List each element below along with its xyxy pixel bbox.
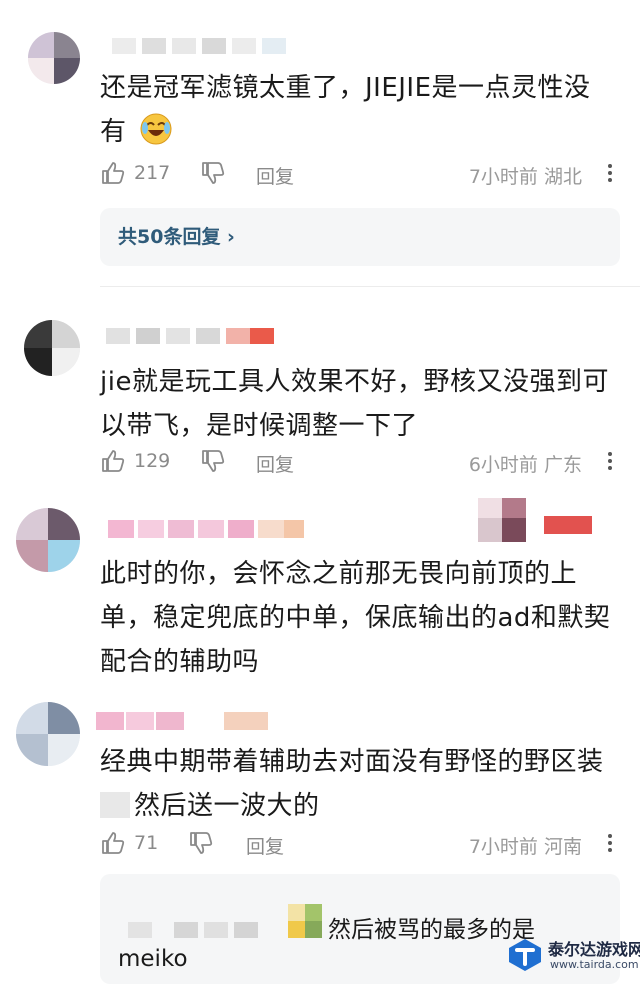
more-icon[interactable] — [604, 448, 616, 479]
reply-count-link[interactable]: 共50条回复 › — [118, 222, 235, 249]
reply-button[interactable]: 回复 — [256, 162, 294, 189]
reply-button[interactable]: 回复 — [246, 832, 284, 859]
time-location: 6小时前 广东 — [468, 454, 582, 476]
laughing-crying-icon — [139, 112, 173, 146]
username-blurred[interactable] — [106, 326, 276, 346]
more-icon[interactable] — [604, 160, 616, 191]
username-blurred[interactable] — [96, 710, 276, 734]
watermark-url: www.tairda.com — [550, 958, 639, 971]
more-icon[interactable] — [604, 830, 616, 861]
username-blurred[interactable] — [112, 36, 292, 56]
sub-reply-username-blurred[interactable] — [128, 920, 278, 940]
watermark-logo-icon — [506, 936, 544, 974]
sub-reply-emoji-blurred — [288, 904, 322, 938]
thumbs-down-icon[interactable] — [188, 830, 214, 861]
badge-image-blurred — [478, 498, 596, 542]
comment-text: 此时的你，会怀念之前那无畏向前顶的上单，稳定兜底的中单，保底输出的ad和默契配合… — [100, 559, 611, 677]
reply-summary-box[interactable]: 共50条回复 › — [100, 208, 620, 266]
reply-button[interactable]: 回复 — [256, 450, 294, 477]
comment-actions: 217 回复 7小时前 湖北 — [100, 160, 620, 190]
watermark-name: 泰尔达游戏网 — [548, 940, 640, 959]
time-location: 7小时前 湖北 — [468, 166, 582, 188]
comment-text: jie就是玩工具人效果不好，野核又没强到可以带飞，是时候调整一下了 — [100, 367, 609, 441]
avatar[interactable] — [16, 702, 80, 766]
sub-reply-text-2: meiko — [118, 946, 188, 972]
like-count: 217 — [134, 162, 171, 184]
thumbs-up-icon[interactable] — [100, 160, 126, 191]
site-watermark: 泰尔达游戏网 www.tairda.com — [500, 932, 640, 978]
comment-actions: 71 回复 7小时前 河南 — [100, 830, 620, 860]
comment-actions: 129 回复 6小时前 广东 — [100, 448, 620, 478]
like-count: 129 — [134, 450, 171, 472]
divider — [100, 286, 640, 287]
thumbs-up-icon[interactable] — [100, 830, 126, 861]
avatar[interactable] — [28, 32, 80, 84]
avatar[interactable] — [24, 320, 80, 376]
username-blurred[interactable] — [108, 518, 308, 542]
thumbs-down-icon[interactable] — [200, 160, 226, 191]
avatar[interactable] — [16, 508, 80, 572]
time-location: 7小时前 河南 — [468, 836, 582, 858]
like-count: 71 — [134, 832, 159, 854]
thumbs-down-icon[interactable] — [200, 448, 226, 479]
comment-text: 经典中期带着辅助去对面没有野怪的野区装 然后送一波大的 — [100, 747, 604, 821]
redacted-text — [100, 792, 130, 818]
thumbs-up-icon[interactable] — [100, 448, 126, 479]
comment-text: 还是冠军滤镜太重了，JIEJIE是一点灵性没有 — [100, 73, 591, 147]
